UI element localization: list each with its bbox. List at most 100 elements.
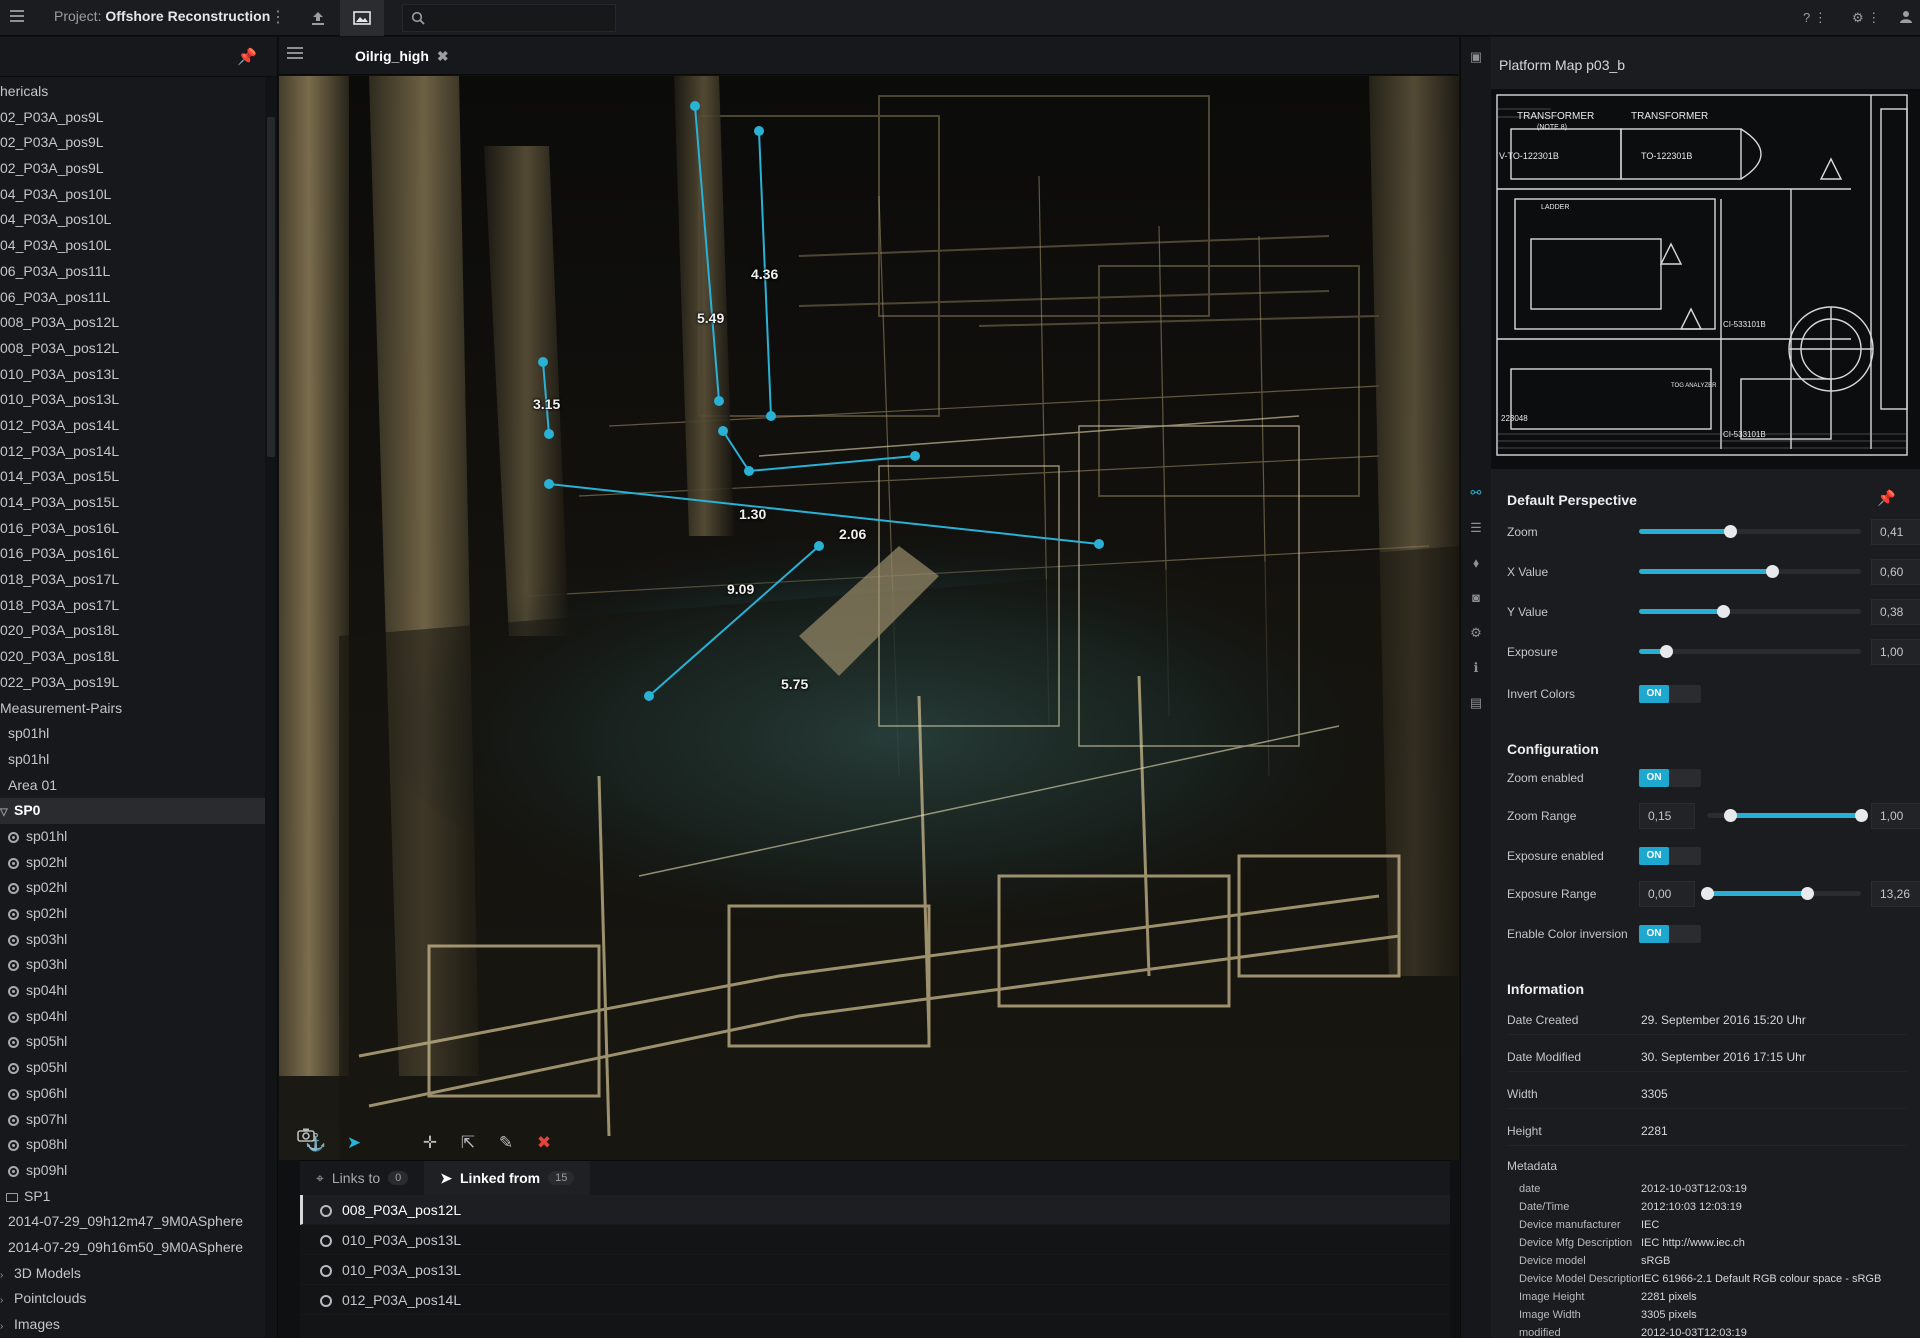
search-input[interactable] [433, 10, 603, 26]
tab-linked-from[interactable]: ➤ Linked from 15 [424, 1161, 591, 1195]
tree-scrollbar[interactable] [265, 77, 277, 1338]
link-item[interactable]: 010_P03A_pos13L [300, 1225, 1450, 1255]
measurement-label[interactable]: 5.75 [781, 676, 808, 692]
hamburger-menu-icon[interactable] [6, 7, 28, 29]
tree-item[interactable]: › Pointclouds [0, 1286, 266, 1312]
platform-map-image[interactable]: TRANSFORMER TRANSFORMER (NOTE 8) V-TO-12… [1491, 89, 1920, 469]
navigate-tool-icon[interactable]: ➤ [335, 1128, 373, 1158]
tree-item[interactable]: 020_P03A_pos18L [0, 618, 266, 644]
tree-item[interactable]: 02_P03A_pos9L [0, 130, 266, 156]
tree-item[interactable]: Area 01 [0, 773, 266, 799]
tree-item[interactable]: sp07hl [0, 1107, 266, 1133]
slider-knob[interactable] [1724, 809, 1738, 822]
chevron-right-icon[interactable]: › [0, 1263, 14, 1289]
x-value-field[interactable]: 0,60 [1871, 559, 1920, 585]
image-icon[interactable]: ▣ [1461, 39, 1491, 75]
tree-item[interactable]: 04_P03A_pos10L [0, 182, 266, 208]
zoom-value[interactable]: 0,41 [1871, 519, 1920, 545]
tree-item[interactable]: 2014-07-29_09h16m50_9M0ASphere [0, 1235, 266, 1261]
zoom-enabled-toggle[interactable]: ON [1639, 769, 1701, 787]
exposure-slider[interactable] [1639, 645, 1861, 658]
zoom-slider[interactable] [1639, 525, 1861, 538]
tree-item[interactable]: 016_P03A_pos16L [0, 516, 266, 542]
exposure-enabled-toggle[interactable]: ON [1639, 847, 1701, 865]
measurement-label[interactable]: 1.30 [739, 506, 766, 522]
tag-icon[interactable]: ⬧ [1461, 545, 1491, 580]
link-item[interactable]: 008_P03A_pos12L [300, 1195, 1450, 1225]
link-item[interactable]: 010_P03A_pos13L [300, 1255, 1450, 1285]
slider-knob[interactable] [1701, 887, 1714, 900]
slider-knob[interactable] [1659, 645, 1673, 658]
tree-item[interactable]: sp01hl [0, 721, 266, 747]
measurement-label[interactable]: 5.49 [697, 310, 724, 326]
exposure-range-max[interactable]: 13,26 [1871, 881, 1920, 907]
tree-item[interactable]: 2014-07-29_09h12m47_9M0ASphere [0, 1209, 266, 1235]
tree-item[interactable]: 018_P03A_pos17L [0, 567, 266, 593]
tab-links-to[interactable]: ⌖ Links to 0 [300, 1161, 424, 1195]
info-icon[interactable]: ℹ [1461, 650, 1491, 685]
tree-item[interactable]: sp04hl [0, 978, 266, 1004]
x-value-slider[interactable] [1639, 565, 1861, 578]
help-icon[interactable]: ? ⋮ [1803, 10, 1827, 26]
tree-item[interactable]: sp02hl [0, 875, 266, 901]
measurement-label[interactable]: 9.09 [727, 581, 754, 597]
tree-item[interactable]: sp03hl [0, 952, 266, 978]
slider-knob[interactable] [1766, 565, 1780, 578]
tree-item[interactable]: sp01hl [0, 747, 266, 773]
tree-item[interactable]: 02_P03A_pos9L [0, 105, 266, 131]
slider-knob[interactable] [1724, 525, 1738, 538]
tree-item[interactable]: 014_P03A_pos15L [0, 490, 266, 516]
slider-knob[interactable] [1717, 605, 1731, 618]
tree-item[interactable]: 008_P03A_pos12L [0, 336, 266, 362]
tree-item[interactable]: sp02hl [0, 901, 266, 927]
tree-item[interactable]: 06_P03A_pos11L [0, 285, 266, 311]
tree-item[interactable]: 014_P03A_pos15L [0, 464, 266, 490]
image-view-button[interactable] [340, 0, 384, 36]
zoom-range-max[interactable]: 1,00 [1871, 803, 1920, 829]
tree-item[interactable]: sp06hl [0, 1081, 266, 1107]
pin-icon[interactable]: 📌 [237, 47, 257, 67]
tree-item[interactable]: 022_P03A_pos19L [0, 670, 266, 696]
measurement-label[interactable]: 2.06 [839, 526, 866, 542]
tree-item[interactable]: 012_P03A_pos14L [0, 413, 266, 439]
list-icon[interactable]: ☰ [1461, 510, 1491, 545]
tree-item[interactable]: 010_P03A_pos13L [0, 387, 266, 413]
tree-item[interactable]: SP1 [0, 1184, 266, 1210]
tree-item[interactable]: ▽ SP0 [0, 798, 266, 824]
chevron-right-icon[interactable]: › [0, 1314, 14, 1338]
tree-item[interactable]: sp05hl [0, 1029, 266, 1055]
link-icon[interactable]: ⚯ [1461, 475, 1491, 510]
tree-item[interactable]: 04_P03A_pos10L [0, 233, 266, 259]
zoom-range-min[interactable]: 0,15 [1639, 803, 1695, 829]
edit-view-icon[interactable]: ✎ [487, 1128, 525, 1158]
project-options-icon[interactable]: ⋮ [270, 7, 286, 27]
upload-button[interactable] [296, 0, 340, 36]
lock-icon[interactable]: ▤ [1461, 685, 1491, 720]
tree-item[interactable]: 06_P03A_pos11L [0, 259, 266, 285]
exposure-range-min[interactable]: 0,00 [1639, 881, 1695, 907]
crosshair-icon[interactable]: ✛ [411, 1128, 449, 1158]
tree-item[interactable]: sp08hl [0, 1132, 266, 1158]
tree-item[interactable]: 018_P03A_pos17L [0, 593, 266, 619]
tree-item[interactable]: 04_P03A_pos10L [0, 207, 266, 233]
pointcloud-viewport[interactable]: 4.36 5.49 3.15 1.30 2.06 9.09 5.75 ⚓ ➤ ✛… [279, 76, 1459, 1160]
exposure-range-slider[interactable] [1701, 887, 1861, 900]
tree-item[interactable]: 008_P03A_pos12L [0, 310, 266, 336]
tree-item[interactable]: 016_P03A_pos16L [0, 541, 266, 567]
chevron-right-icon[interactable]: › [0, 1288, 14, 1314]
tree-scrollbar-thumb[interactable] [267, 117, 275, 457]
gear-icon[interactable]: ⚙ [1461, 615, 1491, 650]
settings-icon[interactable]: ⚙ ⋮ [1852, 10, 1880, 26]
exposure-value[interactable]: 1,00 [1871, 639, 1920, 665]
tree-item[interactable]: 020_P03A_pos18L [0, 644, 266, 670]
tree-item[interactable]: sp03hl [0, 927, 266, 953]
user-icon[interactable] [1900, 10, 1912, 26]
invert-colors-toggle[interactable]: ON [1639, 685, 1701, 703]
slider-knob[interactable] [1855, 809, 1868, 822]
tab-oilrig-high[interactable]: Oilrig_high ✖ [345, 43, 459, 69]
tree-item[interactable]: Measurement-Pairs [0, 696, 266, 722]
tree-item[interactable]: › 3D Models [0, 1261, 266, 1287]
tree-item[interactable]: 010_P03A_pos13L [0, 362, 266, 388]
camera-icon[interactable] [297, 1128, 411, 1158]
measurement-label[interactable]: 4.36 [751, 266, 778, 282]
